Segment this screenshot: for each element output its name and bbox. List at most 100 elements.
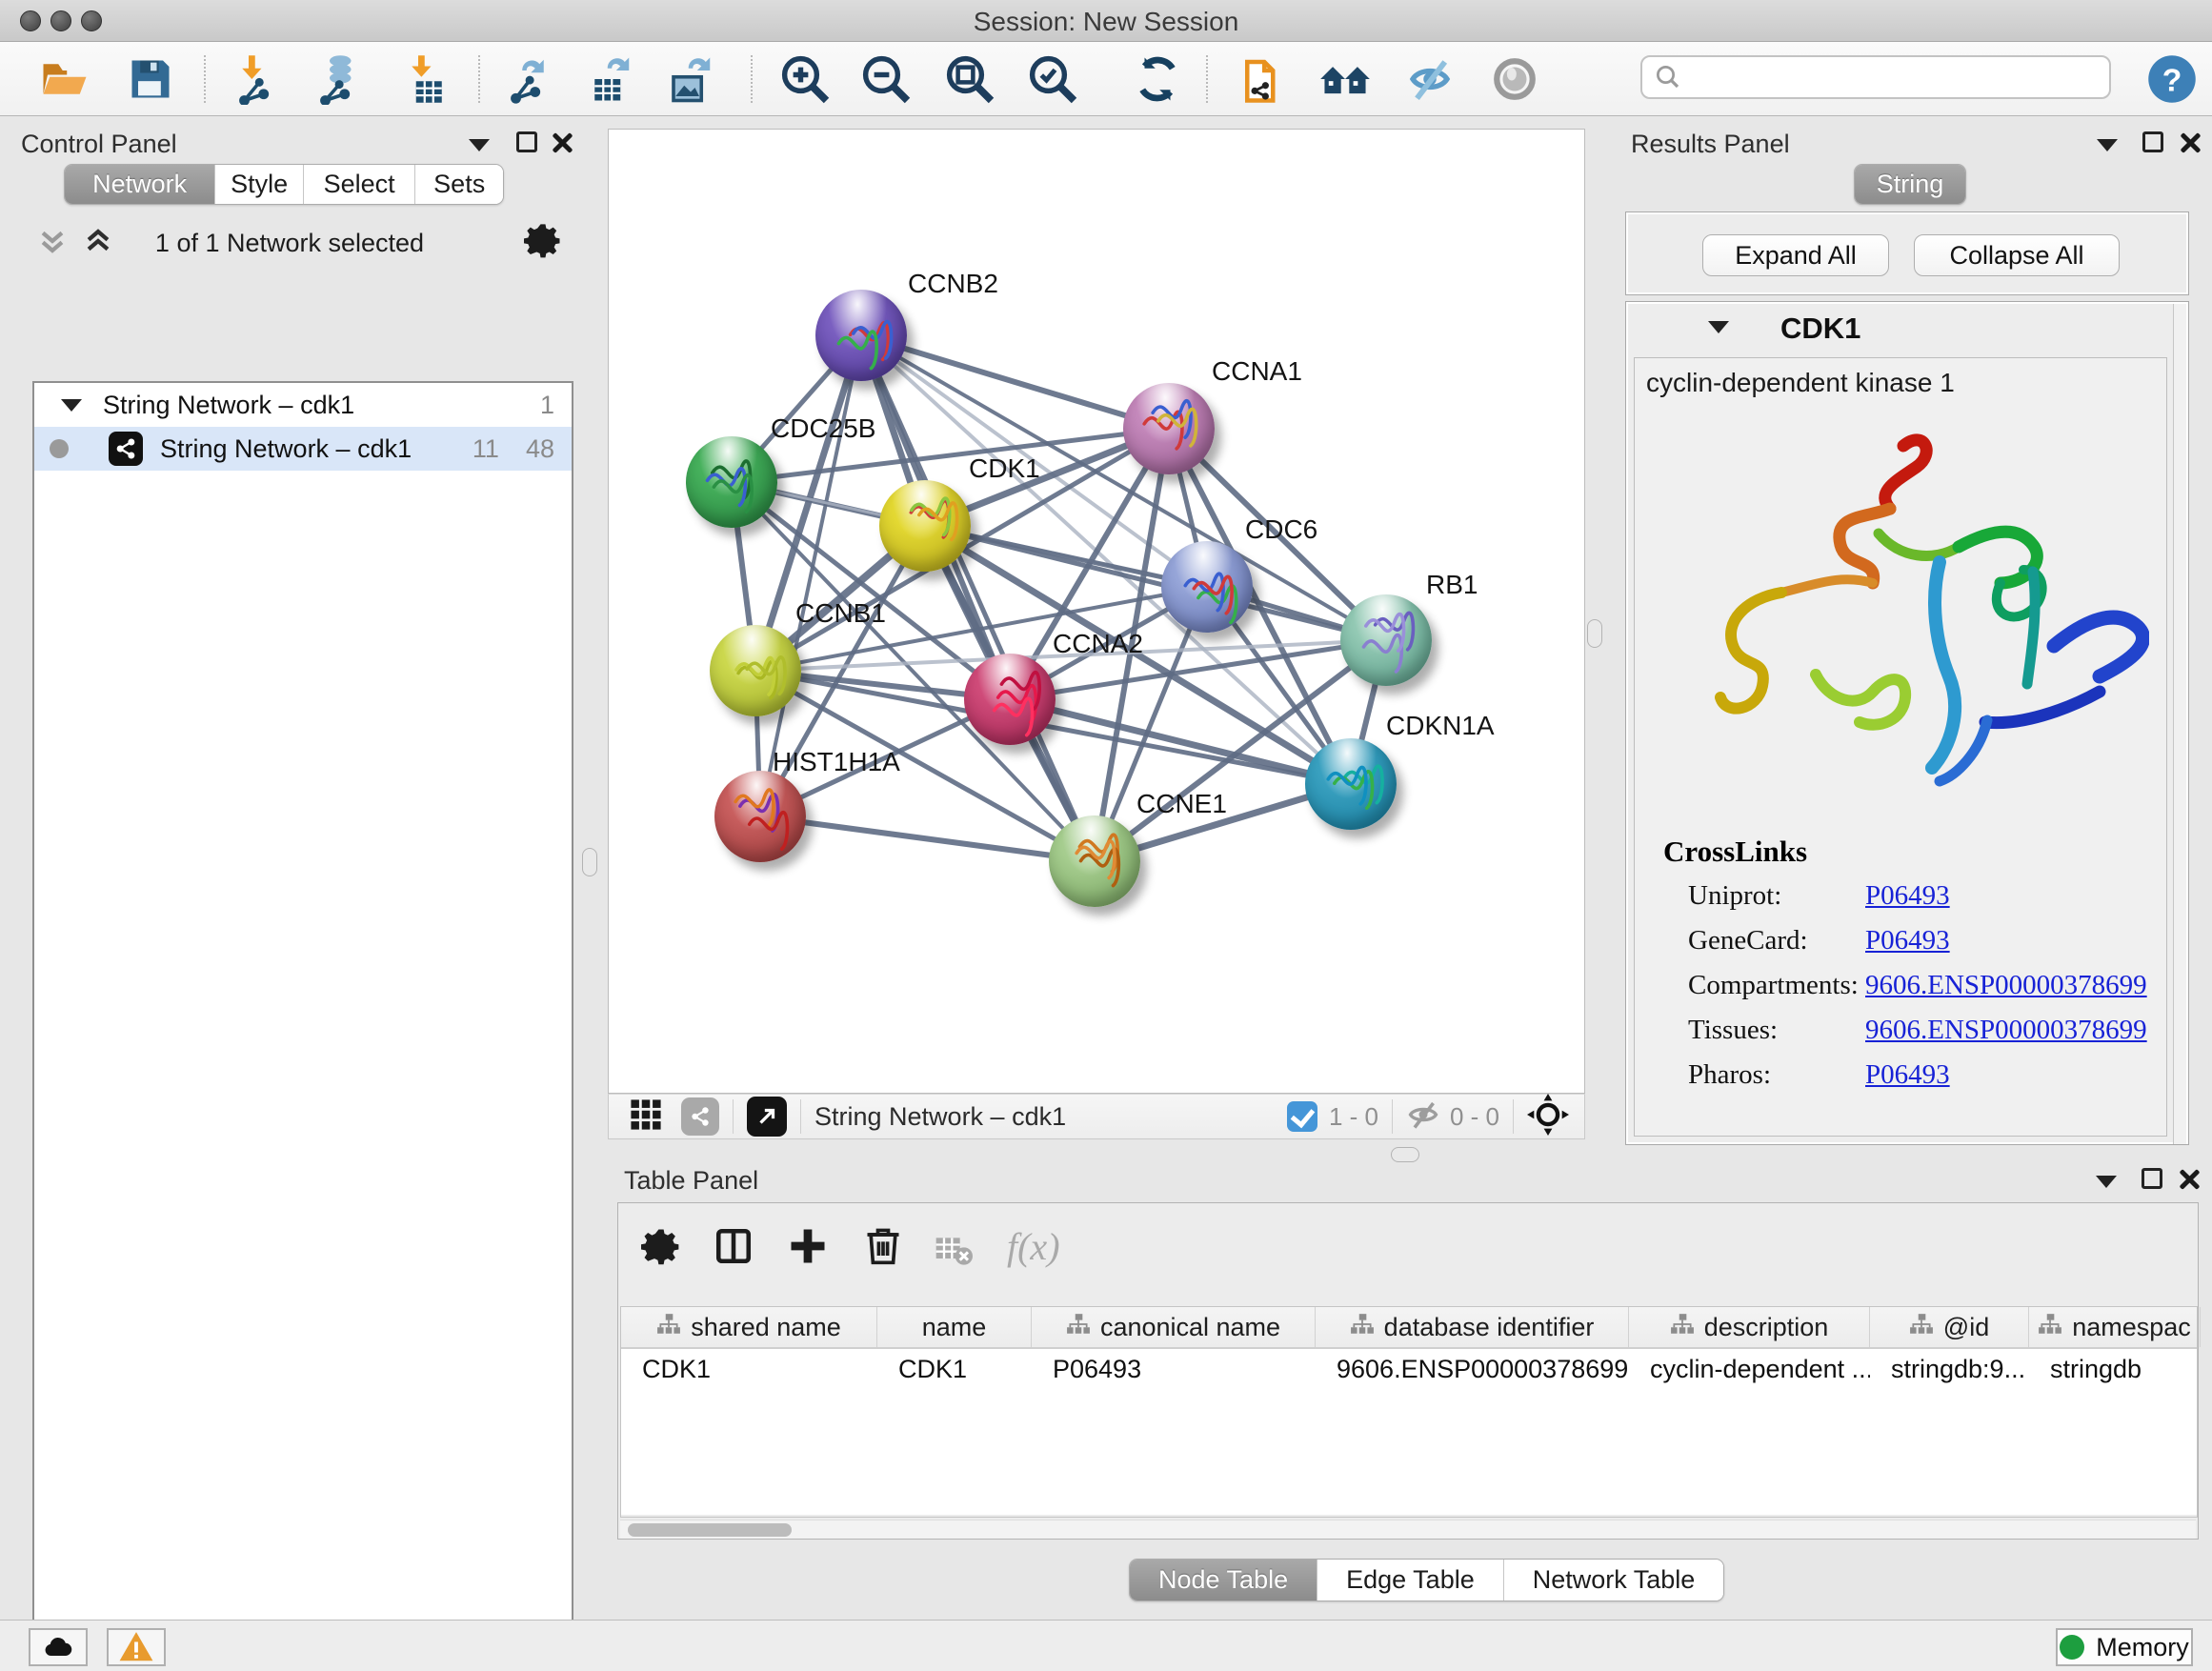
fit-selected-crosshair-icon[interactable]: [1527, 1094, 1569, 1140]
column-header-@id[interactable]: @id: [1870, 1307, 2029, 1347]
crosslink-link[interactable]: P06493: [1865, 925, 1950, 956]
table-settings-gear-icon[interactable]: [641, 1226, 681, 1271]
show-columns-icon[interactable]: [714, 1226, 754, 1271]
table-cell[interactable]: CDK1: [877, 1349, 1032, 1389]
right-splitter-handle[interactable]: [1587, 619, 1602, 648]
column-header-shared-name[interactable]: shared name: [621, 1307, 877, 1347]
crosslink-link[interactable]: 9606.ENSP00000378699: [1865, 970, 2147, 1000]
protein-expander-icon[interactable]: [1708, 321, 1729, 333]
tab-sets[interactable]: Sets: [414, 165, 503, 204]
network-row-selected[interactable]: String Network – cdk1 11 48: [34, 427, 572, 471]
table-cell[interactable]: P06493: [1032, 1349, 1316, 1389]
cloud-button[interactable]: [29, 1628, 88, 1666]
tab-string[interactable]: String: [1855, 165, 1965, 204]
node-CDC6[interactable]: [1161, 541, 1253, 633]
control-panel-collapse-icon[interactable]: [469, 139, 490, 156]
warning-button[interactable]: [107, 1628, 166, 1666]
table-cell[interactable]: stringdb:9...: [1870, 1349, 2029, 1389]
tab-style[interactable]: Style: [214, 165, 303, 204]
birds-eye-view-icon[interactable]: [747, 1097, 787, 1137]
export-table-icon[interactable]: [583, 52, 636, 106]
help-icon[interactable]: ?: [2145, 52, 2199, 106]
table-panel-float-icon[interactable]: [2142, 1168, 2162, 1194]
table-cell[interactable]: stringdb: [2029, 1349, 2201, 1389]
crosslink-link[interactable]: P06493: [1865, 1059, 1950, 1090]
table-row[interactable]: CDK1CDK1P064939606.ENSP00000378699cyclin…: [621, 1349, 2197, 1389]
tab-select[interactable]: Select: [303, 165, 414, 204]
import-network-database-icon[interactable]: [312, 52, 365, 106]
network-canvas[interactable]: CCNB2CCNA1CDC25BCDK1CDC6RB1CCNB1CCNA2CDK…: [608, 129, 1585, 1094]
zoom-out-icon[interactable]: [859, 52, 913, 106]
table-cell[interactable]: CDK1: [621, 1349, 877, 1389]
string-import-icon[interactable]: [1236, 52, 1289, 106]
node-RB1[interactable]: [1340, 594, 1432, 686]
refresh-icon[interactable]: [1131, 52, 1184, 106]
string-home-icon[interactable]: [1318, 52, 1372, 106]
edge-CCNB2-HIST1H1A[interactable]: [760, 335, 861, 816]
memory-button[interactable]: Memory: [2056, 1628, 2193, 1666]
zoom-selected-icon[interactable]: [1026, 52, 1079, 106]
grid-view-icon[interactable]: [630, 1098, 662, 1136]
network-collection-row[interactable]: String Network – cdk1 1: [34, 383, 572, 427]
results-panel-float-icon[interactable]: [2142, 131, 2163, 157]
zoom-fit-icon[interactable]: [943, 52, 996, 106]
import-network-file-icon[interactable]: [231, 52, 284, 106]
expand-all-button[interactable]: Expand All: [1702, 234, 1889, 276]
selected-checkbox-icon[interactable]: [1287, 1101, 1317, 1132]
table-horizontal-scrollbar[interactable]: [620, 1520, 2196, 1539]
delete-column-trash-icon[interactable]: [862, 1224, 904, 1271]
column-header-database-identifier[interactable]: database identifier: [1316, 1307, 1629, 1347]
table-hscroll-thumb[interactable]: [628, 1523, 792, 1537]
node-CDKN1A[interactable]: [1305, 738, 1397, 830]
results-panel-collapse-icon[interactable]: [2097, 139, 2118, 156]
edge-HIST1H1A-CCNE1[interactable]: [760, 816, 1095, 861]
node-CCNB1[interactable]: [710, 625, 801, 716]
table-cell[interactable]: 9606.ENSP00000378699: [1316, 1349, 1629, 1389]
node-HIST1H1A[interactable]: [714, 771, 806, 862]
import-table-icon[interactable]: [400, 52, 453, 106]
save-session-icon[interactable]: [124, 52, 177, 106]
export-network-icon[interactable]: [502, 52, 555, 106]
search-input[interactable]: [1682, 63, 2092, 92]
share-view-icon[interactable]: [681, 1097, 719, 1136]
tab-edge-table[interactable]: Edge Table: [1317, 1560, 1503, 1601]
string-glass-effect-icon[interactable]: [1403, 52, 1457, 106]
column-header-canonical-name[interactable]: canonical name: [1032, 1307, 1316, 1347]
string-sphere-effect-icon[interactable]: [1488, 52, 1541, 106]
node-CCNB2[interactable]: [815, 290, 907, 381]
zoom-in-icon[interactable]: [778, 52, 832, 106]
tab-node-table[interactable]: Node Table: [1130, 1560, 1317, 1601]
edge-CCNB2-CCNE1[interactable]: [861, 335, 1095, 861]
open-session-icon[interactable]: [38, 52, 91, 106]
left-splitter-handle[interactable]: [582, 848, 597, 876]
results-panel-close-icon[interactable]: [2179, 131, 2202, 159]
column-header-name[interactable]: name: [877, 1307, 1032, 1347]
function-builder-icon[interactable]: f(x): [1007, 1224, 1060, 1269]
control-panel-float-icon[interactable]: [516, 131, 537, 157]
delete-table-icon[interactable]: [935, 1230, 973, 1273]
table-cell[interactable]: cyclin-dependent ...: [1629, 1349, 1870, 1389]
tab-network[interactable]: Network: [65, 165, 214, 204]
create-column-plus-icon[interactable]: [788, 1226, 828, 1271]
export-image-icon[interactable]: [664, 52, 717, 106]
tree-expander-icon[interactable]: [61, 399, 82, 412]
node-CCNA2[interactable]: [964, 654, 1056, 745]
column-header-namespac[interactable]: namespac: [2029, 1307, 2201, 1347]
results-vertical-scrollbar[interactable]: [2173, 304, 2186, 1144]
table-panel-close-icon[interactable]: [2178, 1168, 2201, 1196]
crosslink-link[interactable]: P06493: [1865, 880, 1950, 911]
collapse-all-button[interactable]: Collapse All: [1914, 234, 2120, 276]
node-CDC25B[interactable]: [686, 436, 777, 528]
column-header-description[interactable]: description: [1629, 1307, 1870, 1347]
table-panel-collapse-icon[interactable]: [2096, 1176, 2117, 1193]
search-box[interactable]: [1640, 55, 2111, 99]
protein-header-row[interactable]: CDK1: [1626, 302, 2188, 355]
structure-thumbnail-icon: [815, 290, 907, 381]
crosslink-link[interactable]: 9606.ENSP00000378699: [1865, 1015, 2147, 1045]
node-CCNE1[interactable]: [1049, 815, 1140, 907]
control-panel-close-icon[interactable]: [551, 131, 573, 159]
tab-network-table[interactable]: Network Table: [1503, 1560, 1724, 1601]
node-CCNA1[interactable]: [1123, 383, 1215, 474]
network-options-gear-icon[interactable]: [524, 221, 562, 264]
node-CDK1[interactable]: [879, 480, 971, 572]
